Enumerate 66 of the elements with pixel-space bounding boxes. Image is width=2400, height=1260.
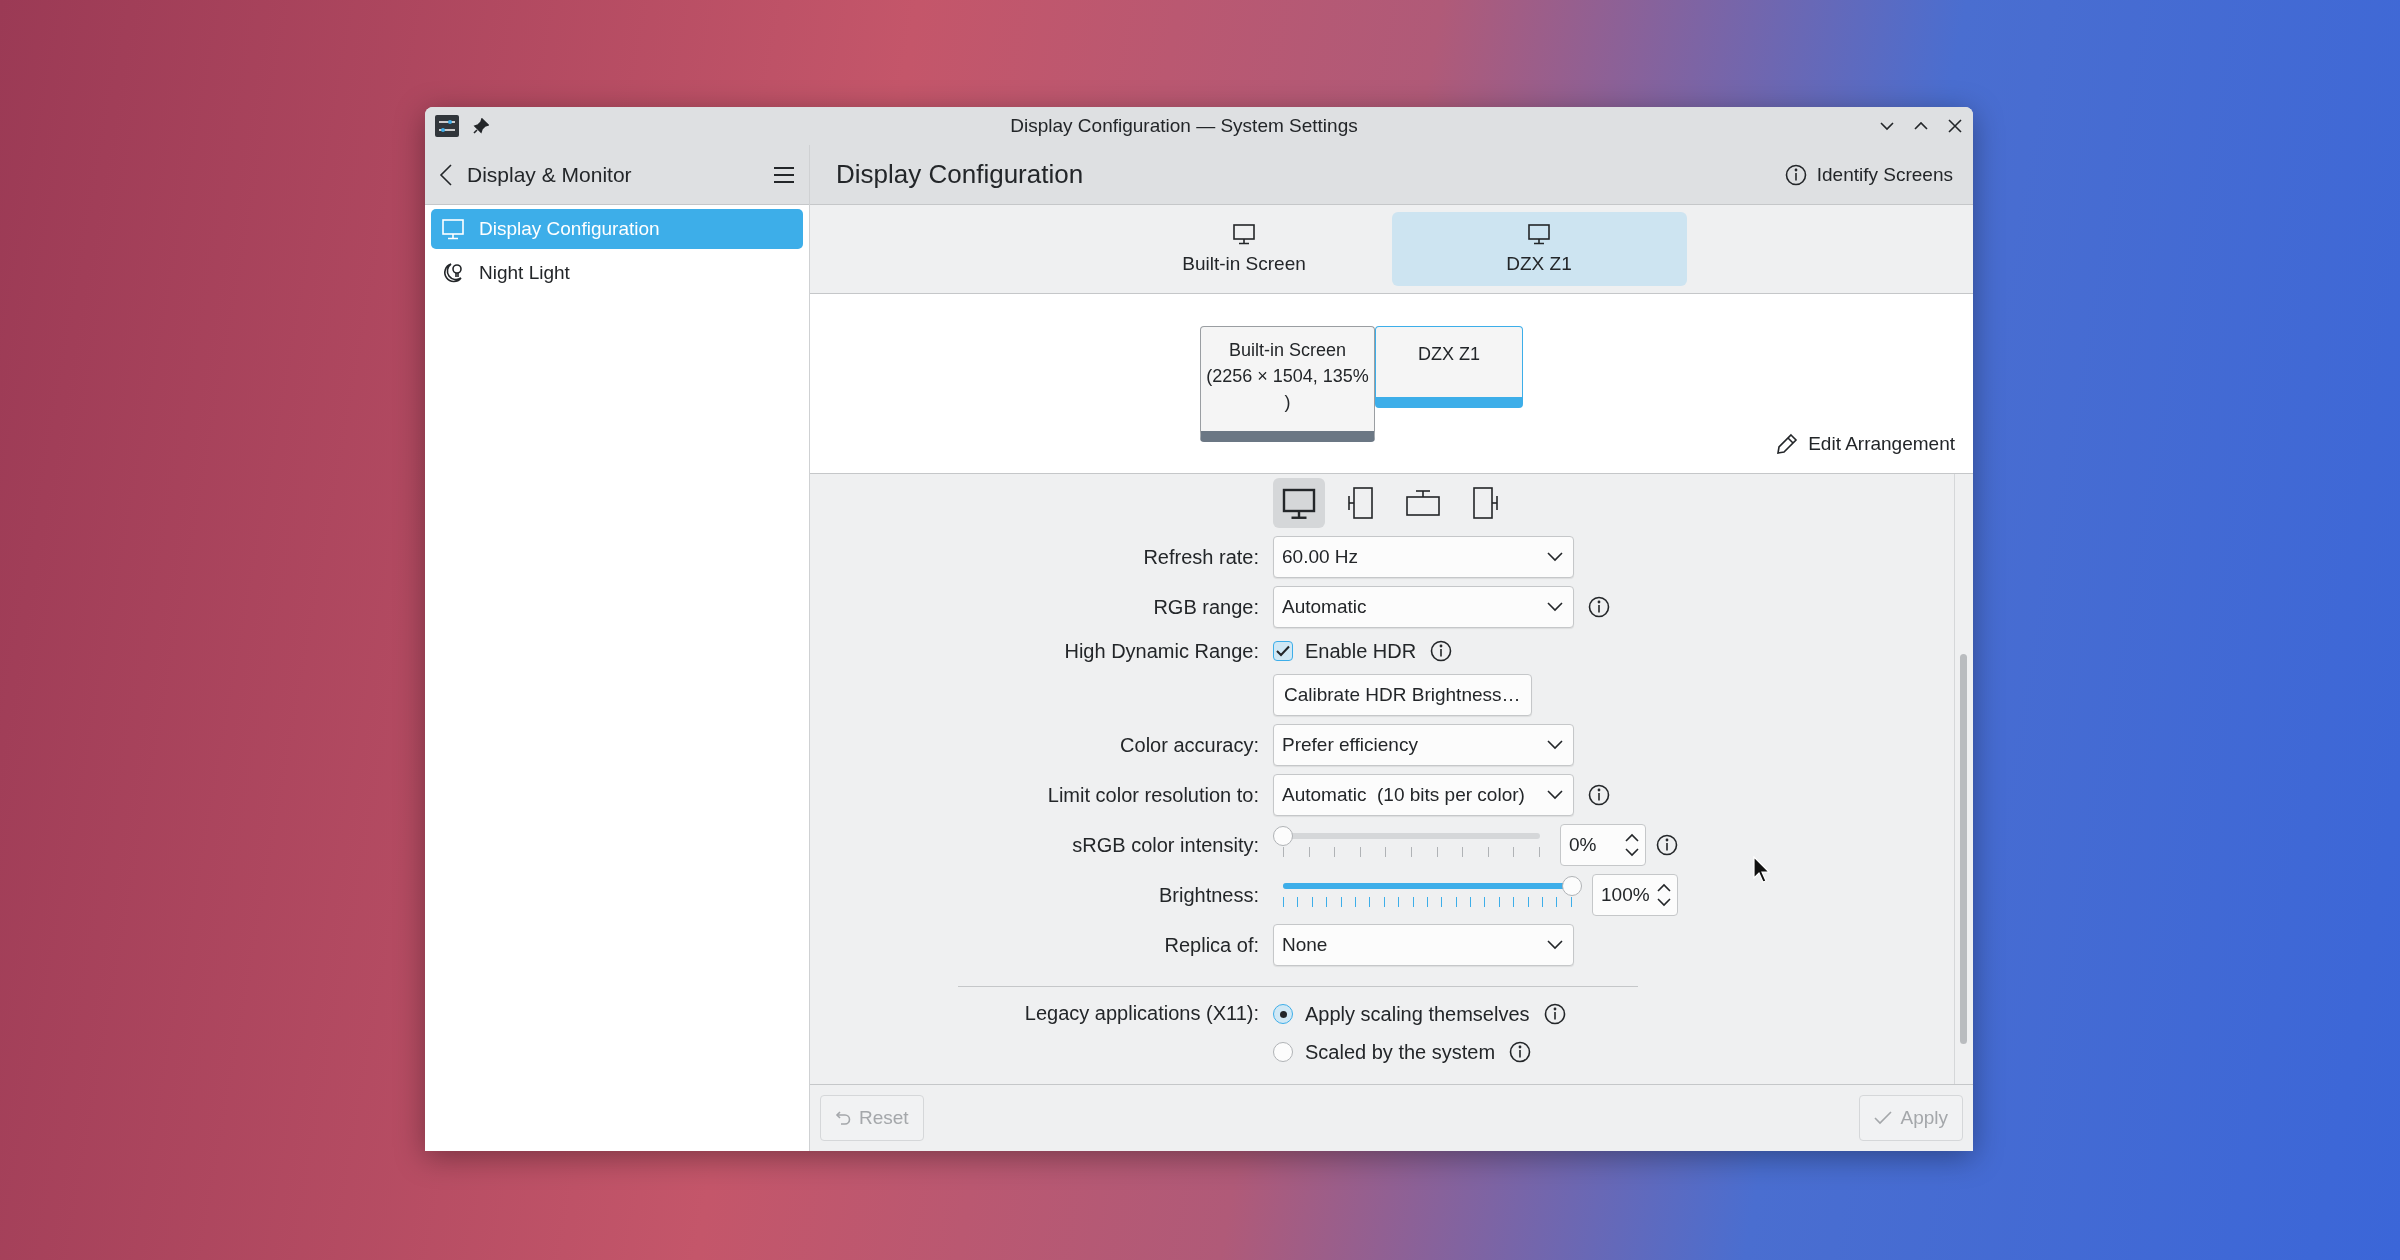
screen-tab[interactable]: Built-in Screen: [1096, 212, 1392, 286]
check-icon: [1276, 645, 1290, 657]
cursor-icon: [1753, 856, 1773, 884]
chevron-down-icon: [1547, 740, 1563, 750]
info-icon: [1784, 163, 1807, 186]
screen-tile[interactable]: DZX Z1: [1375, 326, 1523, 408]
monitor-icon: [1232, 223, 1256, 245]
window-title: Display Configuration — System Settings: [1009, 115, 1359, 137]
dropdown[interactable]: Automatic: [1273, 586, 1574, 628]
moon-bulb-icon: [441, 261, 465, 285]
dropdown[interactable]: 60.00 Hz: [1273, 536, 1574, 578]
field-label: Brightness:: [1157, 883, 1259, 907]
slider-thumb[interactable]: [1562, 876, 1582, 896]
edit-arrangement-button[interactable]: Edit Arrangement: [1770, 429, 1961, 459]
chevron-down-icon: [1547, 940, 1563, 950]
dropdown[interactable]: None: [1273, 924, 1574, 966]
calibrate-button[interactable]: Calibrate HDR Brightness…: [1273, 674, 1532, 716]
checkbox[interactable]: [1273, 641, 1293, 661]
slider-thumb[interactable]: [1273, 826, 1293, 846]
portrait-monitor-icon: [1470, 486, 1500, 520]
radio-label[interactable]: Apply scaling themselves: [1305, 1002, 1530, 1026]
flipped-monitor-icon: [1404, 488, 1442, 518]
sidebar-item[interactable]: Night Light: [431, 253, 803, 293]
dropdown[interactable]: Automatic (10 bits per color): [1273, 774, 1574, 816]
info-icon[interactable]: [1656, 834, 1678, 856]
page-title: Display Configuration: [835, 159, 1085, 190]
field-label: Limit color resolution to:: [1046, 783, 1259, 807]
app-icon: [435, 115, 459, 137]
info-icon[interactable]: [1588, 596, 1610, 618]
field-label: High Dynamic Range:: [1063, 639, 1259, 663]
pencil-icon: [1776, 433, 1799, 455]
close-icon[interactable]: [1947, 118, 1963, 134]
sidebar-title: Display & Monitor: [467, 162, 633, 187]
radio-button[interactable]: [1273, 1004, 1293, 1024]
spin-box[interactable]: 100%: [1592, 874, 1678, 916]
chevron-down-icon: [1547, 790, 1563, 800]
chevron-down-icon: [1547, 602, 1563, 612]
pin-icon[interactable]: [473, 118, 489, 134]
field-label: Color accuracy:: [1119, 733, 1259, 757]
screen-tab[interactable]: DZX Z1: [1391, 212, 1687, 286]
portrait-monitor-icon: [1346, 486, 1376, 520]
field-label: Replica of:: [1163, 933, 1259, 957]
identify-screens-button[interactable]: Identify Screens: [1778, 159, 1959, 190]
field-label: Legacy applications (X11):: [1023, 1001, 1259, 1025]
check-icon: [1874, 1110, 1893, 1126]
field-label: sRGB color intensity:: [1071, 833, 1259, 857]
info-icon[interactable]: [1509, 1041, 1532, 1063]
spin-box[interactable]: 0%: [1560, 824, 1646, 866]
screen-tile[interactable]: Built-in Screen (2256 × 1504, 135% ): [1200, 326, 1375, 442]
field-label: RGB range:: [1152, 595, 1259, 619]
radio-button[interactable]: [1273, 1042, 1293, 1062]
back-icon[interactable]: [439, 163, 453, 186]
info-icon[interactable]: [1588, 784, 1610, 806]
radio-label[interactable]: Scaled by the system: [1305, 1040, 1496, 1064]
dropdown[interactable]: Prefer efficiency: [1273, 724, 1574, 766]
field-label: Refresh rate:: [1142, 545, 1259, 569]
monitor-icon: [1281, 486, 1317, 520]
undo-icon: [835, 1110, 851, 1126]
menu-icon[interactable]: [773, 165, 795, 184]
orientation-button[interactable]: [1273, 478, 1325, 528]
monitor-icon: [1527, 223, 1551, 245]
chevron-down-icon: [1547, 552, 1563, 562]
checkbox-label[interactable]: Enable HDR: [1305, 639, 1417, 663]
monitor-icon: [441, 218, 465, 240]
info-icon[interactable]: [1543, 1003, 1566, 1025]
info-icon[interactable]: [1430, 640, 1453, 662]
